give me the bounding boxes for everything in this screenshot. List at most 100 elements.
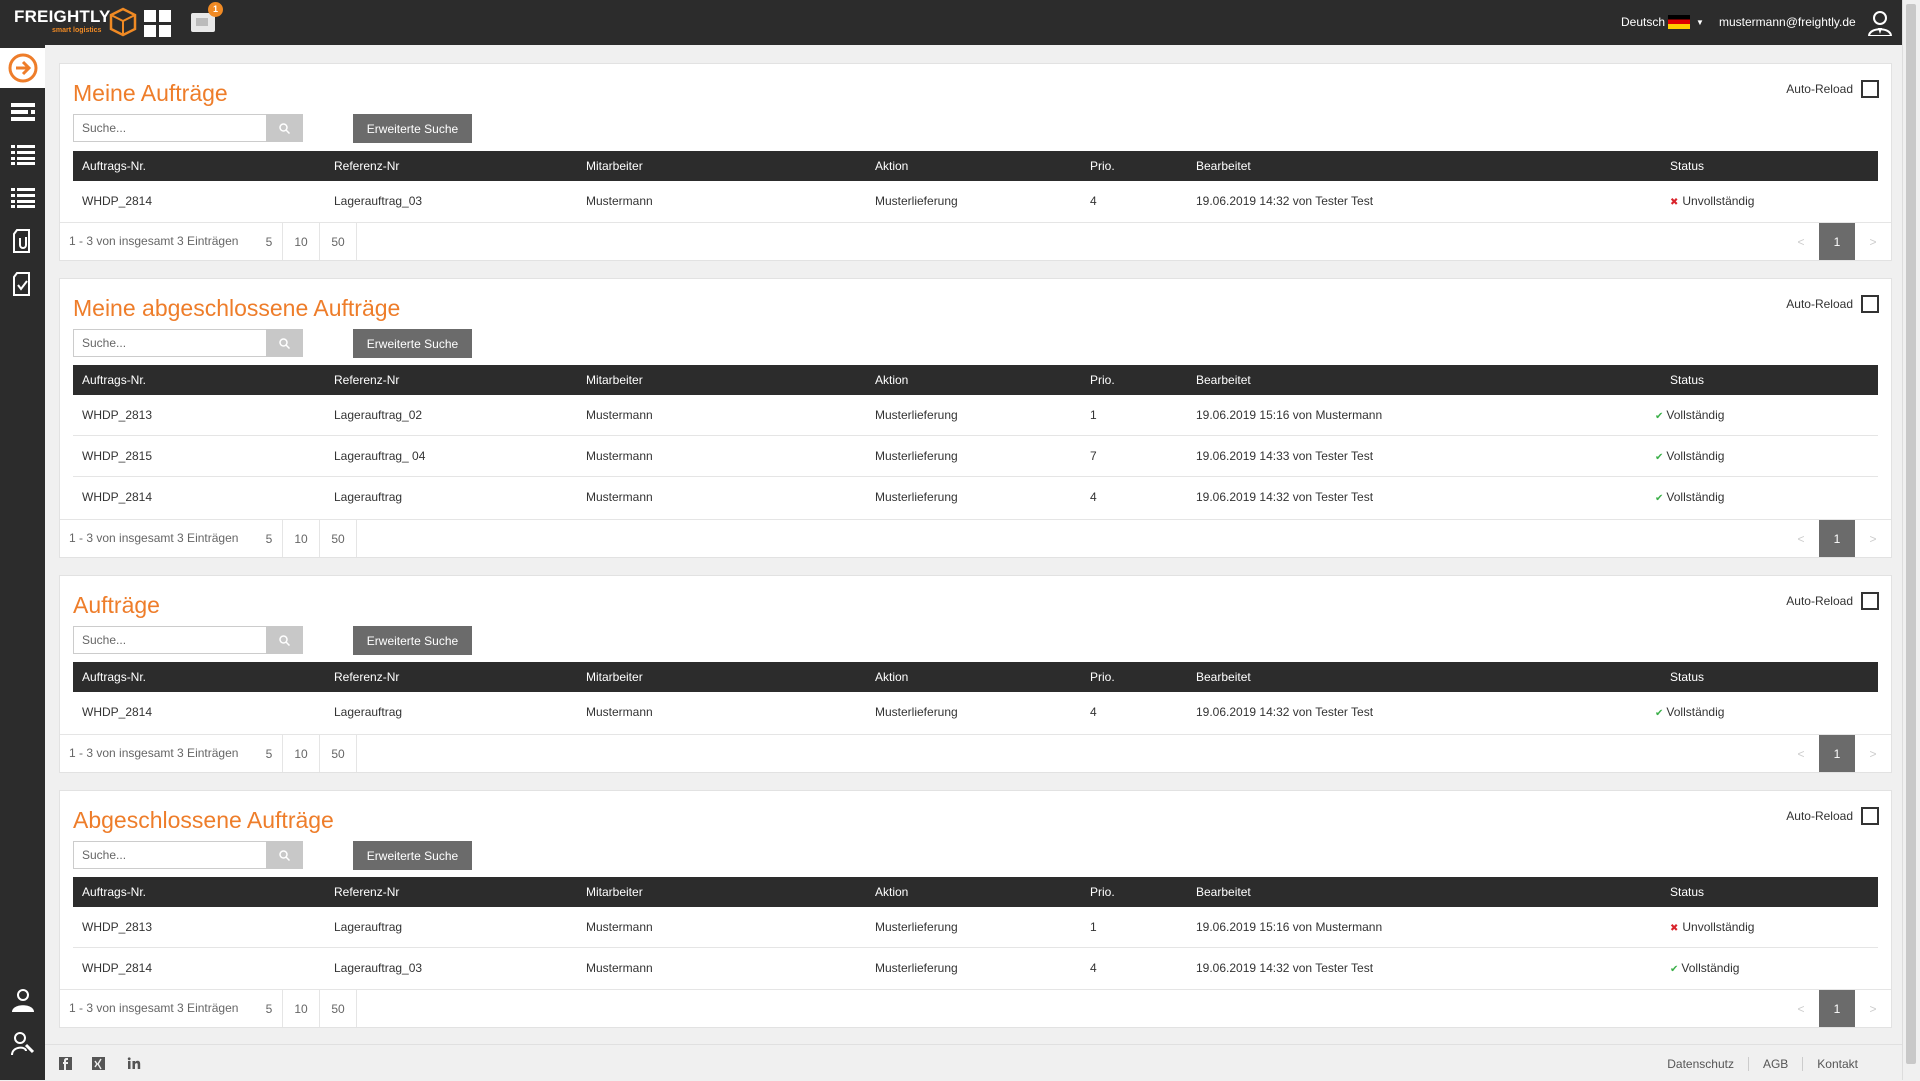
search-input[interactable]: Suche... bbox=[73, 329, 266, 357]
auto-reload-checkbox[interactable] bbox=[1861, 592, 1879, 610]
page-size-10[interactable]: 10 bbox=[282, 223, 320, 260]
privacy-link[interactable]: Datenschutz bbox=[1653, 1057, 1748, 1071]
next-page-button[interactable]: > bbox=[1855, 520, 1891, 557]
advanced-search-button[interactable]: Erweiterte Suche bbox=[353, 329, 472, 358]
page-size-50[interactable]: 50 bbox=[320, 223, 357, 260]
page-size-5[interactable]: 5 bbox=[256, 990, 282, 1027]
column-header[interactable]: Aktion bbox=[875, 151, 908, 181]
scrollbar-thumb[interactable] bbox=[1906, 4, 1916, 1064]
page-size-10[interactable]: 10 bbox=[282, 520, 320, 557]
search-button[interactable] bbox=[266, 329, 303, 357]
advanced-search-button[interactable]: Erweiterte Suche bbox=[353, 841, 472, 870]
search-button[interactable] bbox=[266, 114, 303, 142]
column-header[interactable]: Mitarbeiter bbox=[586, 151, 643, 181]
column-header[interactable]: Bearbeitet bbox=[1196, 151, 1251, 181]
column-header[interactable]: Mitarbeiter bbox=[586, 877, 643, 907]
search-input[interactable]: Suche... bbox=[73, 114, 266, 142]
advanced-search-button[interactable]: Erweiterte Suche bbox=[353, 626, 472, 655]
search-input[interactable]: Suche... bbox=[73, 626, 266, 654]
page-1-button[interactable]: 1 bbox=[1819, 520, 1855, 557]
advanced-search-button[interactable]: Erweiterte Suche bbox=[353, 114, 472, 143]
sidebar-item-profile[interactable] bbox=[0, 980, 45, 1020]
page-size-5[interactable]: 5 bbox=[256, 520, 282, 557]
column-header[interactable]: Bearbeitet bbox=[1196, 662, 1251, 692]
auto-reload[interactable]: Auto-Reload bbox=[1786, 807, 1879, 825]
table-row[interactable]: WHDP_2815 Lagerauftrag_ 04 Mustermann Mu… bbox=[73, 436, 1878, 477]
prev-page-button[interactable]: < bbox=[1783, 520, 1819, 557]
auto-reload[interactable]: Auto-Reload bbox=[1786, 295, 1879, 313]
column-header[interactable]: Mitarbeiter bbox=[586, 662, 643, 692]
column-header[interactable]: Status bbox=[1670, 151, 1704, 181]
page-1-button[interactable]: 1 bbox=[1819, 735, 1855, 772]
search-button[interactable] bbox=[266, 841, 303, 869]
table-row[interactable]: WHDP_2814 Lagerauftrag_03 Mustermann Mus… bbox=[73, 181, 1878, 221]
column-header[interactable]: Referenz-Nr bbox=[334, 877, 399, 907]
language-selector[interactable]: Deutsch ▼ bbox=[1621, 15, 1704, 29]
user-avatar-icon[interactable] bbox=[1868, 10, 1892, 36]
page-size-50[interactable]: 50 bbox=[320, 990, 357, 1027]
column-header[interactable]: Status bbox=[1670, 365, 1704, 395]
table-row[interactable]: WHDP_2814 Lagerauftrag_03 Mustermann Mus… bbox=[73, 948, 1878, 988]
auto-reload-checkbox[interactable] bbox=[1861, 295, 1879, 313]
column-header[interactable]: Auftrags-Nr. bbox=[82, 151, 146, 181]
column-header[interactable]: Status bbox=[1670, 662, 1704, 692]
page-size-10[interactable]: 10 bbox=[282, 990, 320, 1027]
page-size-10[interactable]: 10 bbox=[282, 735, 320, 772]
document-clip-icon bbox=[12, 229, 30, 253]
column-header[interactable]: Status bbox=[1670, 877, 1704, 907]
column-header[interactable]: Aktion bbox=[875, 365, 908, 395]
column-header[interactable]: Auftrags-Nr. bbox=[82, 365, 146, 395]
table-row[interactable]: WHDP_2814 Lagerauftrag Mustermann Muster… bbox=[73, 692, 1878, 732]
auto-reload[interactable]: Auto-Reload bbox=[1786, 592, 1879, 610]
auto-reload-checkbox[interactable] bbox=[1861, 807, 1879, 825]
column-header[interactable]: Prio. bbox=[1090, 151, 1115, 181]
sidebar-item-list[interactable] bbox=[0, 178, 45, 218]
page-size-5[interactable]: 5 bbox=[256, 223, 282, 260]
column-header[interactable]: Prio. bbox=[1090, 877, 1115, 907]
auto-reload-checkbox[interactable] bbox=[1861, 80, 1879, 98]
column-header[interactable]: Mitarbeiter bbox=[586, 365, 643, 395]
next-page-button[interactable]: > bbox=[1855, 735, 1891, 772]
sidebar-item-documents[interactable] bbox=[0, 221, 45, 261]
terms-link[interactable]: AGB bbox=[1747, 1057, 1802, 1071]
search-button[interactable] bbox=[266, 626, 303, 654]
user-email[interactable]: mustermann@freightly.de bbox=[1719, 15, 1856, 29]
column-header[interactable]: Referenz-Nr bbox=[334, 151, 399, 181]
page-size-50[interactable]: 50 bbox=[320, 520, 357, 557]
next-page-button[interactable]: > bbox=[1855, 223, 1891, 260]
column-header[interactable]: Referenz-Nr bbox=[334, 662, 399, 692]
table-row[interactable]: WHDP_2814 Lagerauftrag Mustermann Muster… bbox=[73, 477, 1878, 517]
prev-page-button[interactable]: < bbox=[1783, 990, 1819, 1027]
linkedin-icon[interactable] bbox=[127, 1057, 141, 1070]
column-header[interactable]: Prio. bbox=[1090, 365, 1115, 395]
page-1-button[interactable]: 1 bbox=[1819, 990, 1855, 1027]
sidebar-item-documents-check[interactable] bbox=[0, 264, 45, 304]
column-header[interactable]: Aktion bbox=[875, 877, 908, 907]
page-1-button[interactable]: 1 bbox=[1819, 223, 1855, 260]
column-header[interactable]: Prio. bbox=[1090, 662, 1115, 692]
sidebar-item-dashboard[interactable] bbox=[0, 48, 45, 88]
column-header[interactable]: Auftrags-Nr. bbox=[82, 662, 146, 692]
apps-grid-icon[interactable] bbox=[144, 10, 172, 38]
freightly-logo[interactable]: FREIGHTLY smart logistics bbox=[14, 8, 137, 37]
sidebar-item-shipments[interactable] bbox=[0, 92, 45, 132]
column-header[interactable]: Bearbeitet bbox=[1196, 365, 1251, 395]
sidebar-item-admin[interactable] bbox=[0, 1023, 45, 1063]
prev-page-button[interactable]: < bbox=[1783, 735, 1819, 772]
auto-reload[interactable]: Auto-Reload bbox=[1786, 80, 1879, 98]
column-header[interactable]: Aktion bbox=[875, 662, 908, 692]
search-input[interactable]: Suche... bbox=[73, 841, 266, 869]
table-row[interactable]: WHDP_2813 Lagerauftrag_02 Mustermann Mus… bbox=[73, 395, 1878, 436]
prev-page-button[interactable]: < bbox=[1783, 223, 1819, 260]
table-row[interactable]: WHDP_2813 Lagerauftrag Mustermann Muster… bbox=[73, 907, 1878, 948]
sidebar-item-orders[interactable] bbox=[0, 135, 45, 175]
column-header[interactable]: Bearbeitet bbox=[1196, 877, 1251, 907]
contact-link[interactable]: Kontakt bbox=[1802, 1057, 1872, 1071]
page-size-5[interactable]: 5 bbox=[256, 735, 282, 772]
facebook-icon[interactable] bbox=[59, 1057, 72, 1070]
page-size-50[interactable]: 50 bbox=[320, 735, 357, 772]
next-page-button[interactable]: > bbox=[1855, 990, 1891, 1027]
column-header[interactable]: Referenz-Nr bbox=[334, 365, 399, 395]
xing-icon[interactable] bbox=[92, 1057, 105, 1070]
column-header[interactable]: Auftrags-Nr. bbox=[82, 877, 146, 907]
